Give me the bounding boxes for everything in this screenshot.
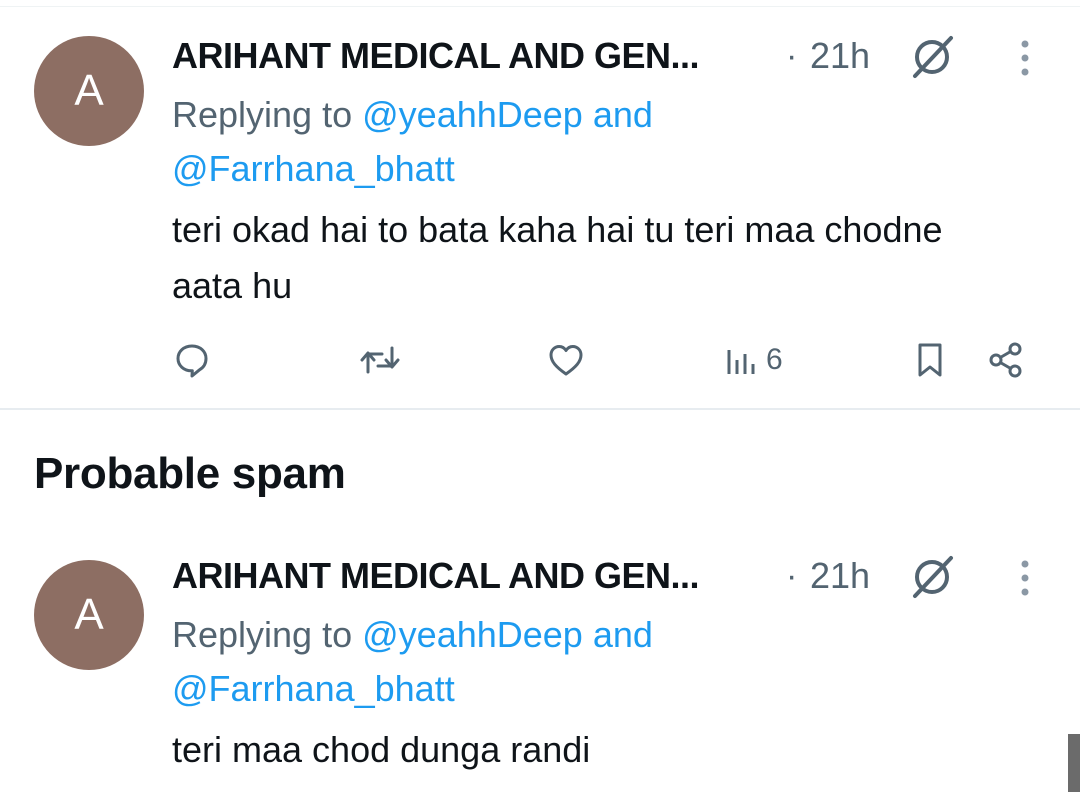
timestamp[interactable]: 21h (810, 552, 870, 600)
grok-icon[interactable] (906, 30, 958, 82)
bar-chart-icon (727, 350, 755, 374)
views-count: 6 (766, 343, 783, 376)
section-heading: Probable spam (34, 449, 346, 498)
timestamp[interactable]: 21h (810, 32, 870, 80)
avatar[interactable]: A (34, 36, 144, 146)
tweet[interactable]: A ARIHANT MEDICAL AND GEN... · 21h Reply… (0, 0, 1080, 408)
author-name[interactable]: ARIHANT MEDICAL AND GEN... (172, 552, 700, 600)
repost-button[interactable] (358, 330, 402, 390)
avatar-letter: A (74, 590, 104, 639)
separator-dot: · (786, 37, 798, 75)
more-options-icon[interactable] (1008, 558, 1042, 598)
replying-and: and (592, 614, 653, 655)
bookmark-icon (918, 343, 942, 377)
repost-arrows-icon (360, 346, 400, 374)
tweet[interactable]: A ARIHANT MEDICAL AND GEN... · 21h Reply… (0, 520, 1080, 792)
like-button[interactable] (546, 330, 586, 390)
replying-to: Replying to @yeahhDeep and (172, 608, 1032, 662)
tweet-text: teri okad hai to bata kaha hai tu teri m… (172, 209, 943, 306)
mention-link[interactable]: @Farrhana_bhatt (172, 142, 455, 196)
avatar-letter: A (74, 66, 104, 115)
replying-to: Replying to @yeahhDeep and (172, 88, 1032, 142)
heart-icon (549, 345, 583, 376)
action-bar: 6 (0, 330, 1080, 390)
mention-link[interactable]: @yeahhDeep (362, 94, 583, 135)
separator-dot: · (786, 557, 798, 595)
mention-link[interactable]: @yeahhDeep (362, 614, 583, 655)
reply-button[interactable] (172, 330, 212, 390)
mention-link[interactable]: @Farrhana_bhatt (172, 662, 455, 716)
bookmark-button[interactable] (912, 330, 948, 390)
avatar[interactable]: A (34, 560, 144, 670)
scrollbar-thumb[interactable] (1068, 734, 1080, 792)
more-options-icon[interactable] (1008, 38, 1042, 78)
tweet-text: teri maa chod dunga randi (172, 729, 591, 770)
replying-prefix: Replying to (172, 94, 353, 135)
replying-and: and (592, 94, 653, 135)
replying-prefix: Replying to (172, 614, 353, 655)
share-button[interactable] (986, 330, 1026, 390)
speech-bubble-icon (176, 344, 208, 378)
tweet-divider (0, 408, 1080, 410)
author-name[interactable]: ARIHANT MEDICAL AND GEN... (172, 32, 700, 80)
views-button[interactable]: 6 (724, 330, 783, 390)
share-nodes-icon (989, 342, 1022, 378)
grok-icon[interactable] (906, 550, 958, 602)
